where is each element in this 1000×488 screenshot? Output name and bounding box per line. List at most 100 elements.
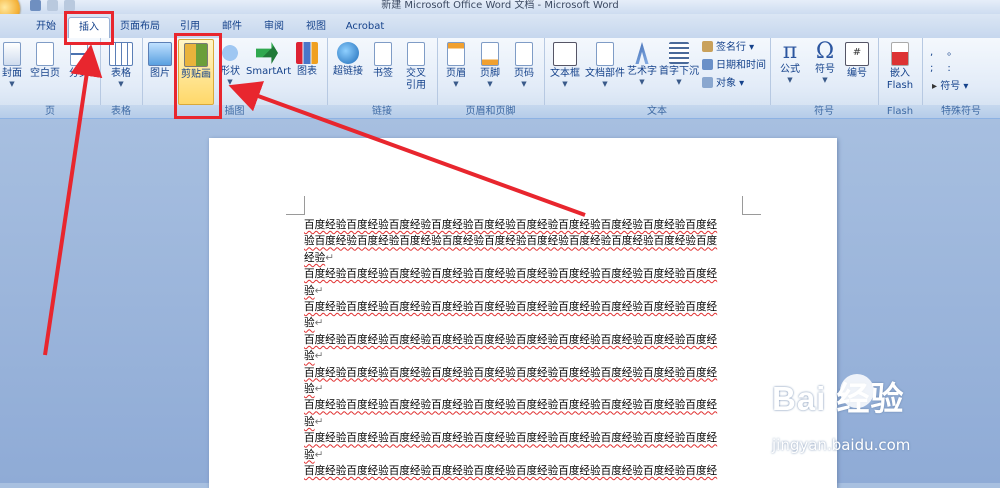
document-line: 验↵ [304, 383, 324, 396]
tab-home[interactable]: 开始 [26, 17, 66, 37]
group-label-illustrations: 插图 [142, 105, 327, 118]
paragraph-mark: ↵ [314, 317, 324, 330]
baidu-url: jingyan.baidu.com [772, 436, 911, 454]
cover-page-button[interactable]: 封面 ▼ [0, 42, 24, 88]
paragraph-mark: ↵ [314, 383, 324, 396]
punctuation-grid-2[interactable]: ;: [930, 62, 965, 75]
group-label-links: 链接 [327, 105, 437, 118]
document-line: 验↵ [304, 350, 324, 363]
date-time-button[interactable]: 日期和时间 [702, 59, 766, 72]
group-label-pages: 页 [0, 105, 100, 118]
group-label-symbols: 符号 [770, 105, 878, 118]
cover-page-icon [3, 42, 21, 66]
document-line: 百度经验百度经验百度经验百度经验百度经验百度经验百度经验百度经验百度经验百度经 [304, 301, 718, 314]
document-line: 验百度经验百度经验百度经验百度经验百度经验百度经验百度经验百度经验百度经验百度 [304, 235, 718, 248]
smartart-icon [256, 42, 278, 64]
document-line: 验↵ [304, 284, 324, 297]
drop-cap-button[interactable]: 首字下沉 ▼ [658, 42, 700, 86]
margin-corner-tr [742, 196, 761, 215]
document-page[interactable]: 百度经验百度经验百度经验百度经验百度经验百度经验百度经验百度经验百度经验百度经验… [209, 138, 837, 488]
document-line: 百度经验百度经验百度经验百度经验百度经验百度经验百度经验百度经验百度经验百度经 [304, 465, 718, 478]
header-button[interactable]: 页眉 ▼ [441, 42, 471, 88]
paragraph-mark: ↵ [314, 350, 324, 363]
paragraph-mark: ↵ [314, 448, 324, 461]
paragraph-mark: ↵ [325, 251, 335, 264]
chart-button[interactable]: 图表 [292, 42, 322, 78]
group-text: 文本框 ▼ 文档部件 ▼ 艺术字 ▼ 首字下沉 ▼ 签名行 ▾ 日期和时间 对象 ▾ 文… [544, 38, 771, 118]
paragraph-mark: ↵ [314, 284, 324, 297]
tab-review[interactable]: 审阅 [256, 17, 292, 37]
wordart-button[interactable]: 艺术字 ▼ [626, 42, 658, 86]
group-links: 超链接 书签 交叉引用 链接 [327, 38, 438, 118]
embed-flash-button[interactable]: 嵌入Flash [882, 42, 918, 92]
document-line: 百度经验百度经验百度经验百度经验百度经验百度经验百度经验百度经验百度经验百度经 [304, 366, 718, 379]
wordart-icon [635, 42, 649, 64]
paragraph-mark: ↵ [314, 415, 324, 428]
punctuation-grid[interactable]: ,。 [930, 46, 971, 59]
cross-reference-button[interactable]: 交叉引用 [401, 42, 431, 92]
blank-page-button[interactable]: 空白页 [28, 42, 62, 80]
document-line: 百度经验百度经验百度经验百度经验百度经验百度经验百度经验百度经验百度经验百度经 [304, 333, 718, 346]
blank-page-icon [36, 42, 54, 66]
group-label-text: 文本 [544, 105, 770, 118]
bookmark-button[interactable]: 书签 [369, 42, 397, 80]
document-line: 经验↵ [304, 251, 335, 264]
picture-button[interactable]: 图片 [146, 42, 174, 80]
highlight-box-clip-art [174, 33, 222, 119]
page-break-icon [70, 42, 88, 66]
table-button[interactable]: 表格 ▼ [104, 42, 138, 88]
group-label-special-symbols: 特殊符号 [922, 105, 1000, 118]
document-line: 百度经验百度经验百度经验百度经验百度经验百度经验百度经验百度经验百度经验百度经 [304, 268, 718, 281]
tab-page-layout[interactable]: 页面布局 [112, 17, 168, 37]
calendar-icon [702, 59, 713, 70]
tab-acrobat[interactable]: Acrobat [340, 17, 390, 37]
signature-line-button[interactable]: 签名行 ▾ [702, 41, 754, 54]
object-button[interactable]: 对象 ▾ [702, 77, 744, 90]
page-number-icon [515, 42, 533, 66]
group-flash: 嵌入Flash Flash [878, 38, 923, 118]
globe-icon [337, 42, 359, 64]
smartart-button[interactable]: SmartArt [246, 42, 291, 78]
group-label-header-footer: 页眉和页脚 [437, 105, 544, 118]
group-label-table: 表格 [100, 105, 142, 118]
bookmark-icon [374, 42, 392, 66]
object-icon [702, 77, 713, 88]
text-box-icon [553, 42, 577, 66]
group-pages: 封面 ▼ 空白页 分页 页 [0, 38, 101, 118]
page-break-button[interactable]: 分页 [64, 42, 94, 80]
table-icon [109, 42, 133, 66]
text-box-button[interactable]: 文本框 ▼ [548, 42, 582, 88]
margin-corner-tl [286, 196, 305, 215]
page-number-button[interactable]: 页码 ▼ [509, 42, 539, 88]
number-button[interactable]: # 编号 [842, 42, 872, 80]
hyperlink-button[interactable]: 超链接 [331, 42, 365, 78]
quick-parts-icon [596, 42, 614, 66]
symbol-button[interactable]: Ω 符号 ▼ [810, 40, 840, 85]
group-symbols: π 公式 ▼ Ω 符号 ▼ # 编号 符号 [770, 38, 879, 118]
baidu-logo: Bai 经验 [772, 380, 905, 417]
highlight-box-insert-tab [64, 11, 114, 45]
tab-view[interactable]: 视图 [298, 17, 334, 37]
picture-icon [148, 42, 172, 66]
group-table: 表格 ▼ 表格 [100, 38, 143, 118]
quick-parts-button[interactable]: 文档部件 ▼ [584, 42, 626, 88]
window-title: 新建 Microsoft Office Word 文档 - Microsoft … [381, 0, 619, 11]
paw-icon [840, 374, 874, 408]
group-header-footer: 页眉 ▼ 页脚 ▼ 页码 ▼ 页眉和页脚 [437, 38, 545, 118]
footer-button[interactable]: 页脚 ▼ [475, 42, 505, 88]
signature-line-icon [702, 41, 713, 52]
document-line: 百度经验百度经验百度经验百度经验百度经验百度经验百度经验百度经验百度经验百度经 [304, 432, 718, 445]
chart-icon [296, 42, 318, 64]
special-symbol-button[interactable]: ▸ 符号 ▾ [932, 80, 968, 93]
cross-reference-icon [407, 42, 425, 66]
baidu-watermark: Bai 经验 jingyan.baidu.com [772, 372, 982, 462]
equation-button[interactable]: π 公式 ▼ [774, 40, 806, 85]
title-bar: 新建 Microsoft Office Word 文档 - Microsoft … [0, 0, 1000, 26]
group-special-symbols: ,。 ;: ▸ 符号 ▾ 特殊符号 [922, 38, 1000, 118]
document-body[interactable]: 百度经验百度经验百度经验百度经验百度经验百度经验百度经验百度经验百度经验百度经验… [304, 217, 754, 480]
ribbon-tabs: 开始 插入 页面布局 引用 邮件 审阅 视图 Acrobat [0, 14, 1000, 38]
document-line: 百度经验百度经验百度经验百度经验百度经验百度经验百度经验百度经验百度经验百度经 [304, 399, 718, 412]
document-line: 验↵ [304, 415, 324, 428]
ribbon: 封面 ▼ 空白页 分页 页 表格 ▼ 表格 图片 剪贴画 形状 ▼ SmartA… [0, 38, 1000, 119]
document-line: 百度经验百度经验百度经验百度经验百度经验百度经验百度经验百度经验百度经验百度经 [304, 219, 718, 231]
